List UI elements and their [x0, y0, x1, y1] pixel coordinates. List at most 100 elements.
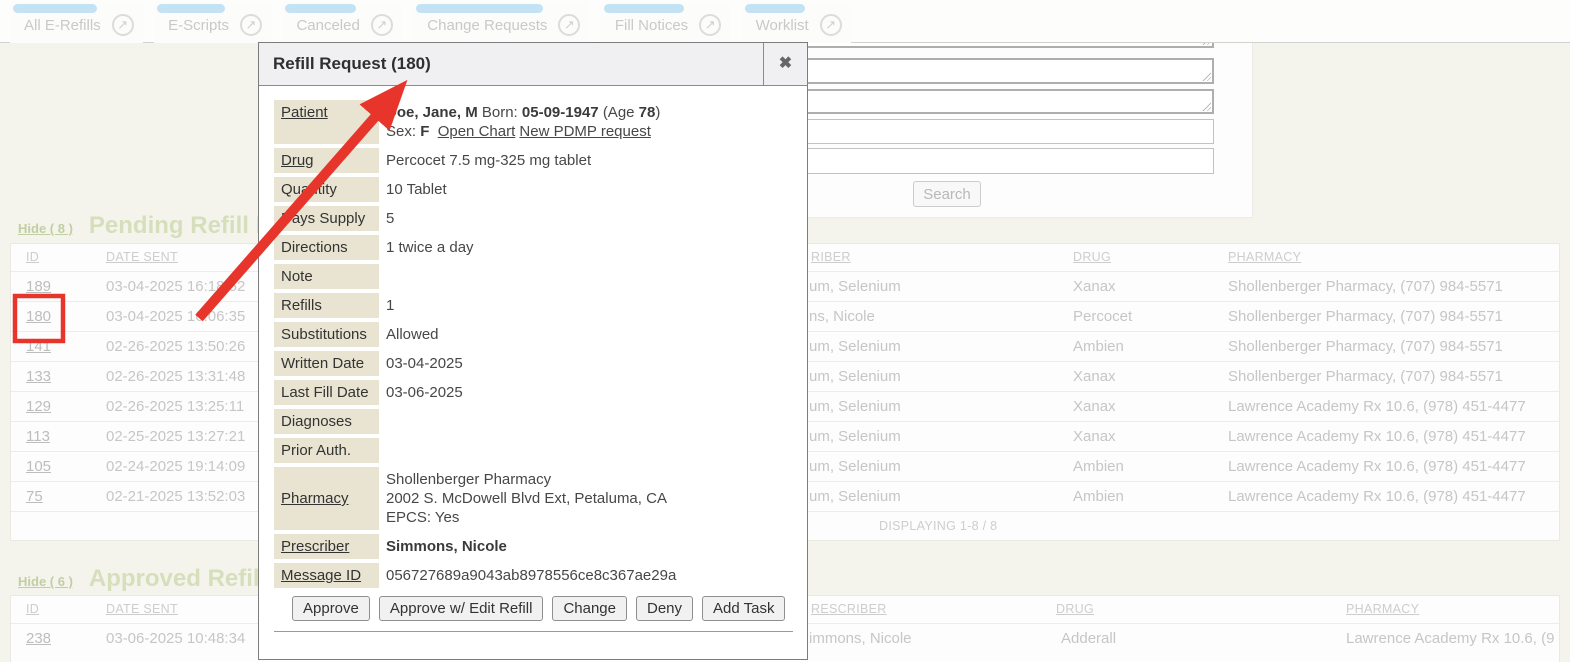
pharmacy-value: Shollenberger Pharmacy 2002 S. McDowell …	[379, 467, 667, 530]
prescriber-label-link[interactable]: Prescriber	[274, 534, 379, 559]
drug-cell: Percocet	[1073, 302, 1132, 332]
pharmacy-cell: Lawrence Academy Rx 10.6, (978) 451-4477	[1228, 392, 1526, 422]
drug-label-link[interactable]: Drug	[274, 148, 379, 173]
field-row-diagnoses: Diagnoses	[274, 409, 793, 434]
date-sent-cell: 03-04-2025 16:18:52	[106, 272, 245, 302]
open-in-new-icon[interactable]: ↗	[371, 14, 393, 36]
prior-auth-value	[379, 438, 386, 463]
drug-cell: Xanax	[1073, 392, 1116, 422]
col-header-id[interactable]: ID	[26, 244, 39, 271]
col-header-prescriber[interactable]: RESCRIBER	[811, 596, 887, 623]
message-id-label-link[interactable]: Message ID	[274, 563, 379, 588]
open-in-new-icon[interactable]: ↗	[240, 14, 262, 36]
prescriber-name: Simmons, Nicole	[386, 538, 507, 555]
modal-footer-divider	[274, 631, 793, 632]
field-row-last-fill-date: Last Fill Date 03-06-2025	[274, 380, 793, 405]
quantity-value: 10 Tablet	[379, 177, 447, 202]
refill-id-link[interactable]: 129	[26, 392, 51, 422]
pharmacy-cell: Lawrence Academy Rx 10.6, (978) 451-4477	[1228, 452, 1526, 482]
prescriber-cell: um, Selenium	[809, 362, 901, 392]
search-button[interactable]: Search	[913, 181, 981, 207]
message-id-value: 056727689a9043ab8978556ce8c367ae29a	[379, 563, 676, 588]
pharmacy-epcs: EPCS: Yes	[386, 508, 667, 527]
substitutions-label: Substitutions	[274, 322, 379, 347]
patient-name: Doe, Jane, M	[386, 104, 478, 121]
pharmacy-cell: Shollenberger Pharmacy, (707) 984-5571	[1228, 362, 1503, 392]
refill-id-link[interactable]: 105	[26, 452, 51, 482]
field-row-message-id: Message ID 056727689a9043ab8978556ce8c36…	[274, 563, 793, 588]
modal-header: Refill Request (180) ✖	[259, 43, 807, 86]
pharmacy-address: 2002 S. McDowell Blvd Ext, Petaluma, CA	[386, 489, 667, 508]
open-in-new-icon[interactable]: ↗	[820, 14, 842, 36]
pharmacy-name: Shollenberger Pharmacy	[386, 470, 667, 489]
col-header-drug[interactable]: DRUG	[1056, 596, 1094, 623]
date-sent-cell: 03-06-2025 10:48:34	[106, 624, 245, 654]
modal-button-row: Approve Approve w/ Edit Refill Change De…	[292, 596, 793, 621]
col-header-prescriber[interactable]: RIBER	[811, 244, 851, 271]
drug-cell: Adderall	[1061, 624, 1116, 654]
date-sent-cell: 02-26-2025 13:25:11	[106, 392, 244, 422]
hide-approved-link[interactable]: Hide ( 6 )	[18, 574, 73, 589]
prescriber-cell: um, Selenium	[809, 422, 901, 452]
approve-with-edit-refill-button[interactable]: Approve w/ Edit Refill	[379, 596, 544, 621]
col-header-pharmacy[interactable]: PHARMACY	[1346, 596, 1419, 623]
date-sent-cell: 02-24-2025 19:14:09	[106, 452, 245, 482]
close-icon[interactable]: ✖	[763, 43, 807, 85]
refill-id-link[interactable]: 133	[26, 362, 51, 392]
sex-label: Sex:	[386, 123, 416, 140]
patient-label-link[interactable]: Patient	[274, 100, 379, 144]
drug-value: Percocet 7.5 mg-325 mg tablet	[379, 148, 591, 173]
pharmacy-label-link[interactable]: Pharmacy	[274, 467, 379, 530]
pharmacy-cell: Lawrence Academy Rx 10.6, (9	[1346, 624, 1554, 654]
directions-value: 1 twice a day	[379, 235, 474, 260]
change-button[interactable]: Change	[552, 596, 627, 621]
born-label: Born:	[482, 104, 518, 121]
col-header-pharmacy[interactable]: PHARMACY	[1228, 244, 1301, 271]
refill-id-link[interactable]: 141	[26, 332, 51, 362]
open-in-new-icon[interactable]: ↗	[699, 14, 721, 36]
tab-all-e-refills[interactable]: All E-Refills ↗	[10, 2, 143, 43]
tab-canceled[interactable]: Canceled ↗	[282, 2, 401, 43]
tab-worklist[interactable]: Worklist ↗	[742, 2, 851, 43]
refill-id-link[interactable]: 113	[26, 422, 50, 452]
open-in-new-icon[interactable]: ↗	[558, 14, 580, 36]
tab-fill-notices[interactable]: Fill Notices ↗	[601, 2, 730, 43]
refill-id-link[interactable]: 180	[26, 302, 51, 332]
tab-label: Change Requests	[427, 17, 547, 34]
hide-pending-link[interactable]: Hide ( 8 )	[18, 221, 73, 236]
field-row-quantity: Quantity 10 Tablet	[274, 177, 793, 202]
col-header-date-sent[interactable]: DATE SENT	[106, 244, 178, 271]
col-header-date-sent[interactable]: DATE SENT	[106, 596, 178, 623]
note-value	[379, 264, 386, 289]
open-chart-link[interactable]: Open Chart	[438, 123, 516, 140]
refill-id-link[interactable]: 238	[26, 624, 51, 654]
add-task-button[interactable]: Add Task	[702, 596, 785, 621]
days-supply-label: Days Supply	[274, 206, 379, 231]
field-row-pharmacy: Pharmacy Shollenberger Pharmacy 2002 S. …	[274, 467, 793, 530]
last-fill-date-label: Last Fill Date	[274, 380, 379, 405]
pharmacy-cell: Shollenberger Pharmacy, (707) 984-5571	[1228, 272, 1503, 302]
open-in-new-icon[interactable]: ↗	[112, 14, 134, 36]
deny-button[interactable]: Deny	[636, 596, 693, 621]
tab-e-scripts[interactable]: E-Scripts ↗	[154, 2, 271, 43]
written-date-label: Written Date	[274, 351, 379, 376]
tab-change-requests[interactable]: Change Requests ↗	[413, 2, 589, 43]
pharmacy-cell: Shollenberger Pharmacy, (707) 984-5571	[1228, 302, 1503, 332]
field-row-substitutions: Substitutions Allowed	[274, 322, 793, 347]
col-header-id[interactable]: ID	[26, 596, 39, 623]
refill-id-link[interactable]: 75	[26, 482, 43, 512]
approve-button[interactable]: Approve	[292, 596, 370, 621]
note-label: Note	[274, 264, 379, 289]
written-date-value: 03-04-2025	[379, 351, 463, 376]
patient-dob: 05-09-1947	[522, 104, 599, 121]
col-header-drug[interactable]: DRUG	[1073, 244, 1111, 271]
prescriber-cell: um, Selenium	[809, 482, 901, 512]
field-row-days-supply: Days Supply 5	[274, 206, 793, 231]
refill-id-link[interactable]: 189	[26, 272, 51, 302]
diagnoses-value	[379, 409, 386, 434]
date-sent-cell: 02-25-2025 13:27:21	[106, 422, 245, 452]
field-row-written-date: Written Date 03-04-2025	[274, 351, 793, 376]
substitutions-value: Allowed	[379, 322, 439, 347]
drug-cell: Xanax	[1073, 272, 1116, 302]
new-pdmp-request-link[interactable]: New PDMP request	[519, 123, 650, 140]
